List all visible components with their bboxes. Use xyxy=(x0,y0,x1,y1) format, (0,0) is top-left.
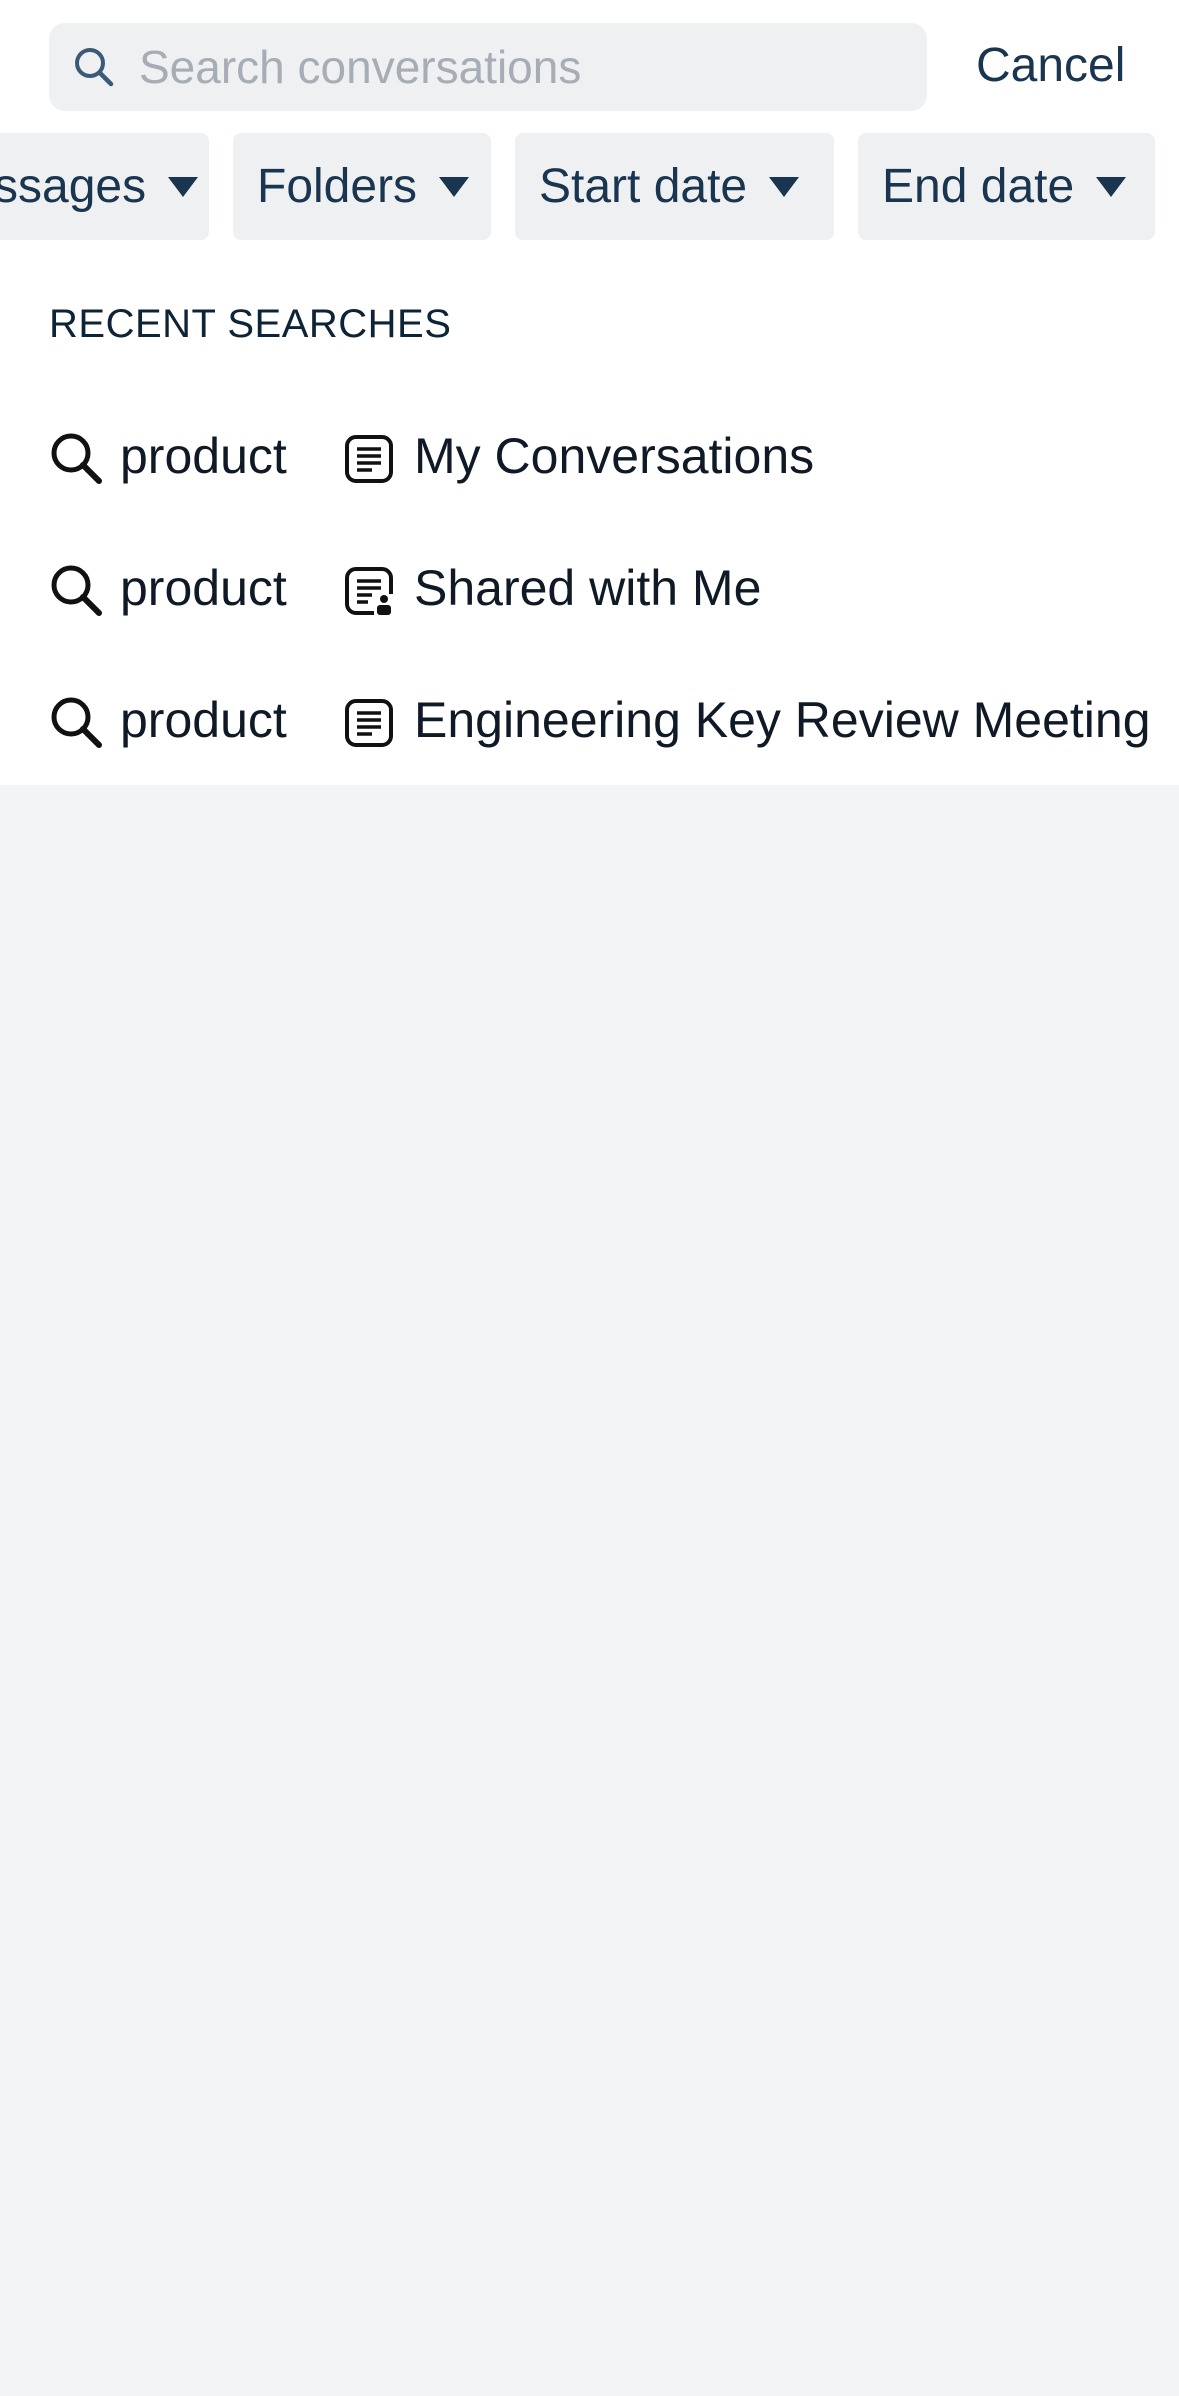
recent-searches-heading: RECENT SEARCHES xyxy=(49,302,452,346)
recent-search-query: product xyxy=(120,560,287,616)
search-icon xyxy=(51,697,102,748)
filter-chip-label: Start date xyxy=(539,160,748,213)
caret-down-icon xyxy=(769,176,800,197)
search-icon xyxy=(51,433,102,484)
recent-search-item[interactable]: product Shared with Me xyxy=(0,536,1179,636)
document-icon xyxy=(345,435,393,483)
search-input[interactable] xyxy=(139,23,909,111)
filter-chip-label: ssages xyxy=(0,160,147,213)
empty-results-area xyxy=(0,785,1179,2396)
recent-search-item[interactable]: product Engineering Key Review Meeting xyxy=(0,668,1179,768)
filter-chip-start-date[interactable]: Start date xyxy=(515,133,834,240)
search-icon xyxy=(51,565,102,616)
filter-chip-folders[interactable]: Folders xyxy=(233,133,491,240)
caret-down-icon xyxy=(168,176,199,197)
filter-chip-label: End date xyxy=(882,160,1075,213)
cancel-button[interactable]: Cancel xyxy=(976,36,1125,96)
shared-document-icon xyxy=(345,567,393,615)
caret-down-icon xyxy=(1096,176,1127,197)
recent-search-item[interactable]: product My Conversations xyxy=(0,404,1179,504)
filter-chip-messages[interactable]: ssages xyxy=(0,133,209,240)
recent-search-scope: Engineering Key Review Meeting xyxy=(414,692,1151,748)
search-icon xyxy=(75,48,114,87)
document-icon xyxy=(345,699,393,747)
recent-search-scope: My Conversations xyxy=(414,428,815,484)
filter-chip-label: Folders xyxy=(257,160,418,213)
recent-search-query: product xyxy=(120,428,287,484)
search-panel: Cancel ssages Folders Start date End dat… xyxy=(0,0,1179,785)
recent-search-query: product xyxy=(120,692,287,748)
search-field[interactable] xyxy=(49,23,927,111)
caret-down-icon xyxy=(439,176,470,197)
recent-search-scope: Shared with Me xyxy=(414,560,762,616)
filter-chip-end-date[interactable]: End date xyxy=(858,133,1155,240)
